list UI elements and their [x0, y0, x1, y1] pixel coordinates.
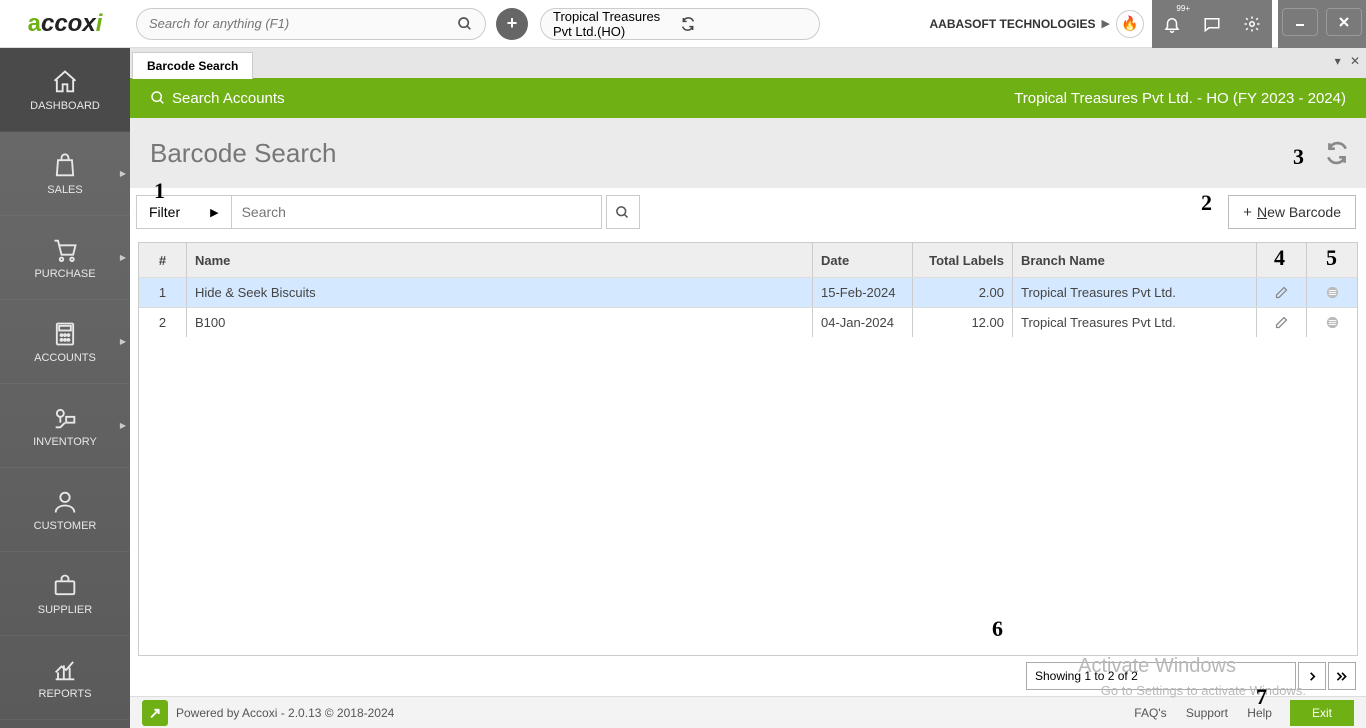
sidebar-item-label: ACCOUNTS — [34, 352, 96, 364]
chart-icon — [51, 656, 79, 684]
tabbar: Barcode Search ▾ ✕ — [130, 48, 1366, 78]
refresh-button[interactable] — [1324, 140, 1350, 166]
page-info: Showing 1 to 2 of 2 — [1026, 662, 1296, 690]
support-link[interactable]: Support — [1186, 706, 1228, 720]
notif-badge: 99+ — [1176, 4, 1190, 13]
sidebar-item-label: DASHBOARD — [30, 100, 100, 112]
sidebar-item-dashboard[interactable]: DASHBOARD — [0, 48, 130, 132]
minimize-button[interactable] — [1282, 8, 1318, 36]
table-row[interactable]: 1 Hide & Seek Biscuits 15-Feb-2024 2.00 … — [139, 277, 1357, 307]
col-edit — [1257, 243, 1307, 277]
edit-button[interactable] — [1274, 315, 1289, 330]
col-total[interactable]: Total Labels — [913, 243, 1013, 277]
sidebar-item-label: INVENTORY — [33, 436, 97, 448]
more-button[interactable] — [1325, 285, 1340, 300]
table-search-button[interactable] — [606, 195, 640, 229]
sidebar-item-label: REPORTS — [39, 688, 92, 700]
plus-icon: + — [1243, 204, 1252, 221]
notifications-button[interactable]: 99+ — [1152, 0, 1192, 48]
footer: ↗ Powered by Accoxi - 2.0.13 © 2018-2024… — [130, 696, 1366, 728]
user-icon — [51, 488, 79, 516]
col-branch[interactable]: Branch Name — [1013, 243, 1257, 277]
sidebar-item-label: PURCHASE — [34, 268, 95, 280]
help-link[interactable]: Help — [1247, 706, 1272, 720]
tab-dropdown-icon[interactable]: ▾ — [1335, 54, 1341, 68]
org-name: Tropical Treasures Pvt Ltd.(HO) — [553, 9, 680, 39]
app-logo: accoxi — [0, 0, 130, 48]
footer-logo-icon: ↗ — [142, 700, 168, 726]
bag-icon — [51, 152, 79, 180]
sidebar-item-inventory[interactable]: INVENTORY ▶ — [0, 384, 130, 468]
last-page-button[interactable] — [1328, 662, 1356, 690]
tab-close-icon[interactable]: ✕ — [1350, 54, 1360, 68]
sidebar-item-customer[interactable]: CUSTOMER — [0, 468, 130, 552]
home-icon — [51, 68, 79, 96]
context-bar: Search Accounts Tropical Treasures Pvt L… — [130, 78, 1366, 118]
table-header: # Name Date Total Labels Branch Name — [139, 243, 1357, 277]
top-icon-bar: 99+ — [1152, 0, 1272, 48]
col-more — [1307, 243, 1357, 277]
more-button[interactable] — [1325, 315, 1340, 330]
sidebar: DASHBOARD SALES ▶ PURCHASE ▶ ACCOUNTS ▶ … — [0, 48, 130, 728]
exit-button[interactable]: Exit — [1290, 700, 1354, 726]
main: DASHBOARD SALES ▶ PURCHASE ▶ ACCOUNTS ▶ … — [0, 48, 1366, 728]
tab-controls: ▾ ✕ — [1329, 54, 1360, 68]
powered-by: Powered by Accoxi - 2.0.13 © 2018-2024 — [176, 706, 394, 720]
global-search-input[interactable] — [149, 16, 457, 31]
barcode-table: # Name Date Total Labels Branch Name 1 H… — [138, 242, 1358, 656]
global-search[interactable] — [136, 8, 486, 40]
window-controls — [1278, 0, 1366, 48]
context-info: Tropical Treasures Pvt Ltd. - HO (FY 202… — [1014, 90, 1346, 107]
cart-icon — [51, 236, 79, 264]
search-accounts-link[interactable]: Search Accounts — [172, 90, 285, 107]
table-search-input[interactable] — [232, 195, 602, 229]
calculator-icon — [51, 320, 79, 348]
new-barcode-button[interactable]: + New Barcode — [1228, 195, 1356, 229]
play-icon: ▶ — [210, 206, 218, 219]
sidebar-item-sales[interactable]: SALES ▶ — [0, 132, 130, 216]
inventory-icon — [51, 404, 79, 432]
table-row[interactable]: 2 B100 04-Jan-2024 12.00 Tropical Treasu… — [139, 307, 1357, 337]
sidebar-item-purchase[interactable]: PURCHASE ▶ — [0, 216, 130, 300]
sidebar-item-label: SALES — [47, 184, 82, 196]
chevron-right-icon: ▶ — [120, 337, 126, 346]
chevron-right-icon: ▶ — [120, 169, 126, 178]
filter-label: Filter — [149, 204, 180, 220]
chevron-right-icon: ▶ — [120, 253, 126, 262]
sidebar-item-reports[interactable]: REPORTS — [0, 636, 130, 720]
settings-button[interactable] — [1232, 0, 1272, 48]
col-index[interactable]: # — [139, 243, 187, 277]
tab-barcode-search[interactable]: Barcode Search — [132, 52, 253, 79]
filter-button[interactable]: Filter ▶ — [136, 195, 232, 229]
col-name[interactable]: Name — [187, 243, 813, 277]
col-date[interactable]: Date — [813, 243, 913, 277]
chevron-right-icon: ▶ — [120, 421, 126, 430]
topbar: accoxi + Tropical Treasures Pvt Ltd.(HO)… — [0, 0, 1366, 48]
avatar[interactable]: 🔥 — [1116, 10, 1144, 38]
messages-button[interactable] — [1192, 0, 1232, 48]
content: Barcode Search ▾ ✕ Search Accounts Tropi… — [130, 48, 1366, 728]
sidebar-item-accounts[interactable]: ACCOUNTS ▶ — [0, 300, 130, 384]
sync-icon[interactable] — [680, 16, 807, 32]
faqs-link[interactable]: FAQ's — [1134, 706, 1166, 720]
briefcase-icon — [51, 572, 79, 600]
next-page-button[interactable] — [1298, 662, 1326, 690]
user-company[interactable]: AABASOFT TECHNOLOGIES — [930, 17, 1096, 31]
org-selector[interactable]: Tropical Treasures Pvt Ltd.(HO) — [540, 8, 820, 40]
close-button[interactable] — [1326, 8, 1362, 36]
add-button[interactable]: + — [496, 8, 528, 40]
search-icon — [150, 90, 166, 106]
pagination: Showing 1 to 2 of 2 — [130, 656, 1366, 696]
sidebar-item-label: SUPPLIER — [38, 604, 92, 616]
edit-button[interactable] — [1274, 285, 1289, 300]
chevron-right-icon: ▶ — [1102, 17, 1110, 30]
page-header: Barcode Search — [130, 118, 1366, 188]
sidebar-item-label: CUSTOMER — [34, 520, 97, 532]
sidebar-item-supplier[interactable]: SUPPLIER — [0, 552, 130, 636]
page-title: Barcode Search — [150, 138, 336, 169]
filter-row: Filter ▶ + New Barcode — [130, 188, 1366, 236]
search-icon[interactable] — [457, 16, 473, 32]
